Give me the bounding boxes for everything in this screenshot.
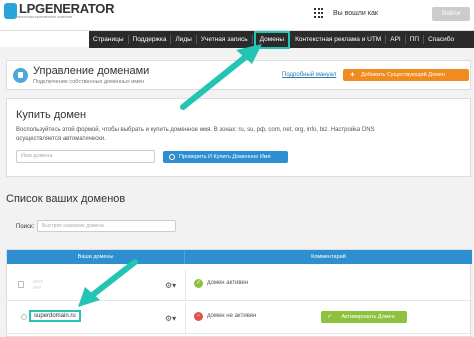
page-title: Управление доменами	[33, 65, 150, 77]
buy-domain-title: Купить домен	[16, 109, 87, 121]
nav-item-domains[interactable]: Домены	[253, 30, 291, 49]
domain-name-input[interactable]: Имя домена	[16, 150, 155, 163]
column-header-domains: Ваши домены	[7, 250, 185, 264]
nav-item-account[interactable]: Учетная запись	[197, 35, 253, 44]
table-row: ⚙▾ ✓ домен активен	[7, 270, 472, 301]
table-header: Ваши домены Комментарий	[7, 250, 472, 264]
nav-item-context-ads[interactable]: Контекстная реклама и UTM	[291, 35, 387, 44]
nav-item-thanks[interactable]: Спасибо	[424, 35, 458, 44]
check-and-buy-button[interactable]: Проверить И Купить Доменное Имя	[163, 151, 288, 163]
gear-icon[interactable]: ⚙▾	[165, 281, 176, 290]
apps-grid-icon[interactable]	[314, 8, 324, 18]
column-divider	[185, 270, 186, 301]
activate-domain-button[interactable]: Активировать Домен	[321, 311, 407, 323]
top-header: LPGENERATOR технология привлечения клиен…	[0, 0, 474, 30]
nav-item-leads[interactable]: Лиды	[171, 35, 197, 44]
manual-link[interactable]: Подробный мануал	[282, 72, 336, 78]
nav-bar: Страницы Поддержка Лиды Учетная запись Д…	[89, 30, 474, 49]
add-existing-domain-button[interactable]: Добавить Существующий Домен	[343, 69, 469, 81]
domain-name-placeholder	[33, 280, 43, 283]
logo-text: LPGENERATOR	[19, 1, 115, 16]
status-text: домен активен	[207, 280, 249, 286]
domain-list-title: Список ваших доменов	[6, 193, 126, 205]
login-button[interactable]: Войти	[432, 7, 470, 21]
page-subtitle: Подключение собственных доменных имен	[33, 79, 145, 85]
status-text: домен не активен	[207, 313, 257, 319]
nav-item-api[interactable]: API	[386, 35, 406, 44]
table-row: superdomain.ru ⚙▾ − домен не активен Акт…	[7, 303, 472, 334]
domains-table: Ваши домены Комментарий ⚙▾ ✓ домен актив…	[6, 249, 472, 337]
main-nav: Страницы Поддержка Лиды Учетная запись Д…	[0, 30, 474, 49]
target-icon	[21, 314, 27, 320]
status-ok-icon: ✓	[194, 279, 203, 288]
buy-domain-description: Воспользуйтесь этой формой, чтобы выбрат…	[16, 127, 375, 142]
nav-item-support[interactable]: Поддержка	[129, 35, 172, 44]
logo-subtitle: технология привлечения клиентов	[16, 15, 72, 19]
domain-settings-icon	[13, 68, 28, 83]
gear-icon[interactable]: ⚙▾	[165, 314, 176, 323]
nav-item-pp[interactable]: ПП	[406, 35, 425, 44]
login-status-text: Вы вошли как	[333, 10, 378, 17]
buy-domain-panel: Купить домен Воспользуйтесь этой формой,…	[6, 98, 471, 177]
search-input[interactable]: Быстрое название домена	[37, 220, 176, 232]
column-header-comment: Комментарий	[311, 254, 346, 260]
nav-item-pages[interactable]: Страницы	[89, 35, 129, 44]
search-label: Поиск:	[16, 224, 35, 230]
column-divider	[185, 303, 186, 334]
domains-management-panel: Управление доменами Подключение собствен…	[6, 60, 471, 90]
status-error-icon: −	[194, 312, 203, 321]
lock-icon	[18, 281, 24, 288]
domain-name-placeholder	[33, 286, 41, 289]
domain-name[interactable]: superdomain.ru	[29, 310, 81, 322]
